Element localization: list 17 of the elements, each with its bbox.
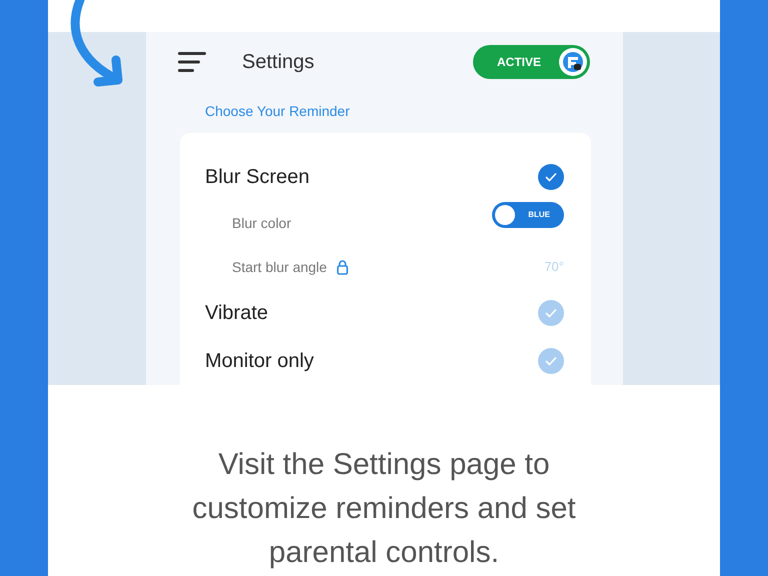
lock-icon: [336, 260, 348, 274]
caption-text: Visit the Settings page to customize reminders and set parental controls.: [191, 447, 577, 571]
option-label: Start blur angle: [232, 258, 327, 277]
angle-value: 70°: [544, 258, 564, 276]
option-label: Monitor only: [205, 349, 314, 374]
option-label: Blur Screen: [205, 165, 310, 190]
toggle-switch[interactable]: BLUE: [492, 202, 564, 228]
checkbox[interactable]: [538, 164, 564, 190]
option-label: Vibrate: [205, 301, 268, 326]
logo-icon: [559, 48, 587, 76]
checkbox[interactable]: [538, 300, 564, 326]
status-pill[interactable]: ACTIVE: [473, 44, 590, 78]
screen-title: Settings: [242, 50, 314, 74]
section-title: Choose Your Reminder: [205, 102, 351, 121]
checkbox[interactable]: [538, 348, 564, 374]
menu-icon[interactable]: [178, 50, 206, 72]
option-label: Blur color: [232, 214, 292, 232]
